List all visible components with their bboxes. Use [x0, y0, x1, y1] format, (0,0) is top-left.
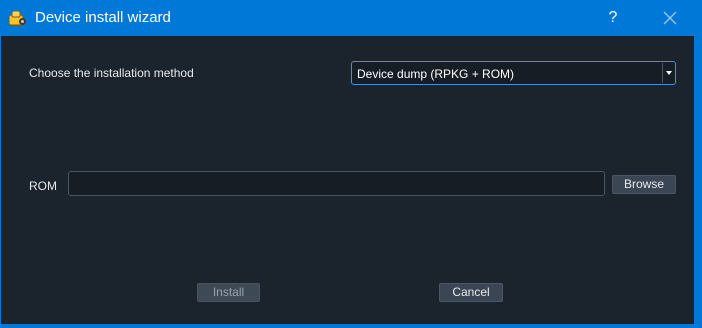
- rom-path-input[interactable]: [68, 171, 605, 196]
- window-title: Device install wizard: [35, 9, 171, 26]
- device-app-icon: [8, 9, 27, 27]
- browse-button[interactable]: Browse: [612, 175, 676, 194]
- installation-method-label: Choose the installation method: [29, 66, 194, 80]
- installation-method-selected: Device dump (RPKG + ROM): [357, 67, 515, 81]
- installation-method-dropdown[interactable]: Device dump (RPKG + ROM): [351, 61, 676, 85]
- install-button[interactable]: Install: [197, 283, 260, 302]
- dropdown-toggle[interactable]: [662, 63, 674, 83]
- window-border-right: [694, 36, 702, 328]
- window-border-bottom: [0, 324, 702, 328]
- install-wizard-window: Device install wizard ? Choose the insta…: [0, 0, 702, 328]
- close-button[interactable]: [654, 6, 686, 30]
- cancel-button[interactable]: Cancel: [439, 283, 503, 302]
- chevron-down-icon: [666, 71, 672, 75]
- wizard-client-area: Choose the installation method Device du…: [1, 36, 694, 324]
- rom-label: ROM: [29, 179, 57, 193]
- help-button[interactable]: ?: [602, 6, 624, 30]
- title-bar[interactable]: Device install wizard ?: [0, 0, 702, 36]
- close-icon: [663, 11, 677, 25]
